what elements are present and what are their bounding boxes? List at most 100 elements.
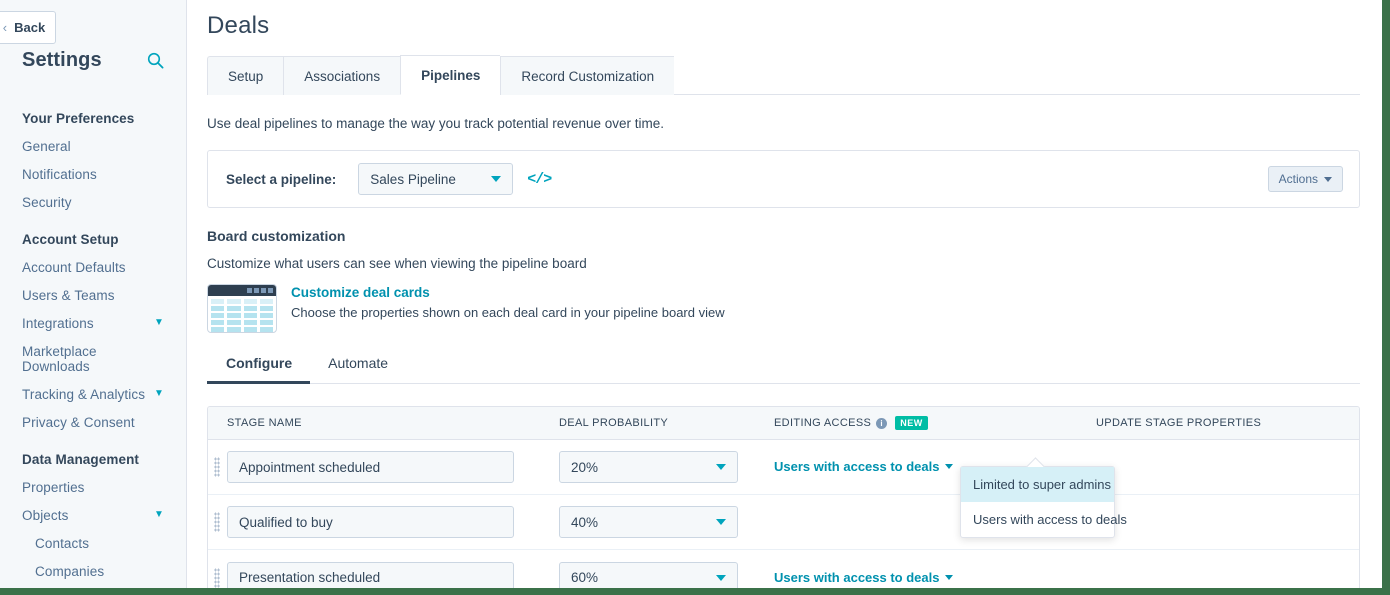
drag-handle-icon[interactable] xyxy=(214,457,220,477)
sidebar-item-label: Users & Teams xyxy=(22,287,115,303)
code-brackets-icon[interactable]: </> xyxy=(527,171,552,188)
customize-deal-cards-link[interactable]: Customize deal cards xyxy=(291,285,725,300)
cell-deal-probability: 20% xyxy=(559,451,774,483)
back-button-label: Back xyxy=(14,20,46,35)
pipeline-board-thumbnail-icon xyxy=(207,284,277,333)
pipeline-select-label: Select a pipeline: xyxy=(226,171,337,187)
page-title: Deals xyxy=(207,12,270,39)
actions-button[interactable]: Actions xyxy=(1267,166,1343,192)
primary-tabs: Setup Associations Pipelines Record Cust… xyxy=(207,54,1360,95)
thumbnail-topbar xyxy=(208,285,276,296)
sidebar-item-companies[interactable]: Companies xyxy=(0,557,186,585)
sidebar-item-privacy-and-consent[interactable]: Privacy & Consent xyxy=(0,408,186,436)
sidebar-item-label: Notifications xyxy=(22,166,97,182)
back-button[interactable]: ‹ Back xyxy=(0,11,56,44)
cell-stage-name xyxy=(227,451,559,483)
tab-label: Setup xyxy=(228,69,264,84)
thumbnail-dot xyxy=(261,288,266,293)
chevron-down-icon xyxy=(491,176,502,182)
stage-name-input[interactable] xyxy=(227,506,514,538)
pipeline-select-dropdown[interactable]: Sales Pipeline xyxy=(358,163,514,195)
tab-record-customization[interactable]: Record Customization xyxy=(500,56,675,95)
sidebar-item-label: General xyxy=(22,138,71,154)
info-circle-icon[interactable]: i xyxy=(876,417,888,429)
table-header-row: STAGE NAME DEAL PROBABILITY EDITING ACCE… xyxy=(208,407,1359,440)
sidebar-item-security[interactable]: Security xyxy=(0,188,186,216)
thumbnail-dot xyxy=(254,288,259,293)
tab-label: Pipelines xyxy=(421,68,481,83)
column-header-editing-access-label: EDITING ACCESS xyxy=(774,417,872,429)
deal-probability-select[interactable]: 20% xyxy=(559,451,738,483)
sidebar-group-account-setup: Account Setup xyxy=(22,232,119,247)
deal-probability-value: 20% xyxy=(571,459,599,475)
app-window: ‹ Back Settings Your Preferences General… xyxy=(0,0,1390,595)
drag-handle-icon[interactable] xyxy=(214,567,220,588)
tab-pipelines[interactable]: Pipelines xyxy=(400,55,501,95)
deal-probability-value: 60% xyxy=(571,570,599,585)
deal-probability-select[interactable]: 40% xyxy=(559,506,738,538)
column-header-stage-name: STAGE NAME xyxy=(227,417,302,429)
thumbnail-dot xyxy=(247,288,252,293)
chevron-down-icon xyxy=(945,574,954,580)
search-icon[interactable] xyxy=(147,52,164,69)
tab-setup[interactable]: Setup xyxy=(207,56,284,95)
sidebar-item-notifications[interactable]: Notifications xyxy=(0,160,186,188)
sidebar-item-tracking-and-analytics[interactable]: Tracking & Analytics ▼ xyxy=(0,380,186,408)
drag-handle-icon[interactable] xyxy=(214,512,220,532)
chevron-down-icon xyxy=(716,574,726,581)
chevron-down-icon: ▼ xyxy=(154,317,164,328)
deal-probability-select[interactable]: 60% xyxy=(559,561,738,588)
main-content: Deals Setup Associations Pipelines Recor… xyxy=(187,0,1382,588)
column-header-update-stage-properties: UPDATE STAGE PROPERTIES xyxy=(1096,417,1262,429)
thumbnail-dot xyxy=(268,288,273,293)
stage-name-input[interactable] xyxy=(227,451,514,483)
chevron-down-icon xyxy=(945,464,954,469)
sidebar-item-integrations[interactable]: Integrations ▼ xyxy=(0,309,186,337)
sidebar-item-account-defaults[interactable]: Account Defaults xyxy=(0,253,186,281)
editing-access-dropdown-trigger[interactable]: Users with access to deals xyxy=(774,459,954,474)
sidebar-item-marketplace-downloads[interactable]: Marketplace Downloads xyxy=(0,337,186,380)
sidebar-item-label: Tracking & Analytics xyxy=(22,386,146,402)
tab-associations[interactable]: Associations xyxy=(283,56,401,95)
subtab-label: Configure xyxy=(226,355,293,371)
board-customization-subtitle: Customize what users can see when viewin… xyxy=(207,256,587,271)
chevron-down-icon xyxy=(716,464,726,470)
tab-automate[interactable]: Automate xyxy=(310,355,406,384)
sidebar-item-contacts[interactable]: Contacts xyxy=(0,529,186,557)
stage-name-input[interactable] xyxy=(227,561,514,588)
sidebar-item-general[interactable]: General xyxy=(0,132,186,160)
menu-item-limited-to-super-admins[interactable]: Limited to super admins xyxy=(961,467,1114,502)
editing-access-value: Users with access to deals xyxy=(774,459,940,474)
sidebar-group-your-preferences: Your Preferences xyxy=(22,111,135,126)
tab-configure[interactable]: Configure xyxy=(207,355,311,384)
customize-deal-cards-promo: Customize deal cards Choose the properti… xyxy=(207,284,1360,333)
sidebar-item-label: Companies xyxy=(35,563,105,579)
sidebar-item-label: Integrations xyxy=(22,315,94,331)
chevron-down-icon: ▼ xyxy=(154,388,164,399)
deal-probability-value: 40% xyxy=(571,514,599,530)
sidebar-item-label: Security xyxy=(22,194,72,210)
sidebar-item-label: Account Defaults xyxy=(22,259,126,275)
pipeline-stages-table: STAGE NAME DEAL PROBABILITY EDITING ACCE… xyxy=(207,406,1360,588)
cell-deal-probability: 40% xyxy=(559,506,774,538)
thumbnail-column xyxy=(211,299,225,332)
thumbnail-column xyxy=(227,299,241,332)
status-badge-new: NEW xyxy=(895,416,928,430)
menu-item-users-with-access-to-deals[interactable]: Users with access to deals xyxy=(961,502,1127,537)
column-header-deal-probability: DEAL PROBABILITY xyxy=(559,417,669,429)
editing-access-dropdown-trigger[interactable]: Users with access to deals xyxy=(774,570,954,585)
chevron-left-icon: ‹ xyxy=(2,20,8,35)
sidebar-item-label: Privacy & Consent xyxy=(22,414,135,430)
sidebar-nav: Your Preferences General Notifications S… xyxy=(0,72,186,585)
thumbnail-columns xyxy=(208,296,276,332)
promo-text: Customize deal cards Choose the properti… xyxy=(291,284,725,320)
sidebar-item-label: Objects xyxy=(22,507,69,523)
tab-label: Record Customization xyxy=(521,69,655,84)
sidebar-item-properties[interactable]: Properties xyxy=(0,473,186,501)
sidebar-item-users-and-teams[interactable]: Users & Teams xyxy=(0,281,186,309)
chevron-down-icon: ▼ xyxy=(154,509,164,520)
subtab-label: Automate xyxy=(328,355,389,371)
customize-deal-cards-description: Choose the properties shown on each deal… xyxy=(291,305,725,320)
table-row: 60% Users with access to deals xyxy=(208,550,1359,588)
sidebar-item-objects[interactable]: Objects ▼ xyxy=(0,501,186,529)
